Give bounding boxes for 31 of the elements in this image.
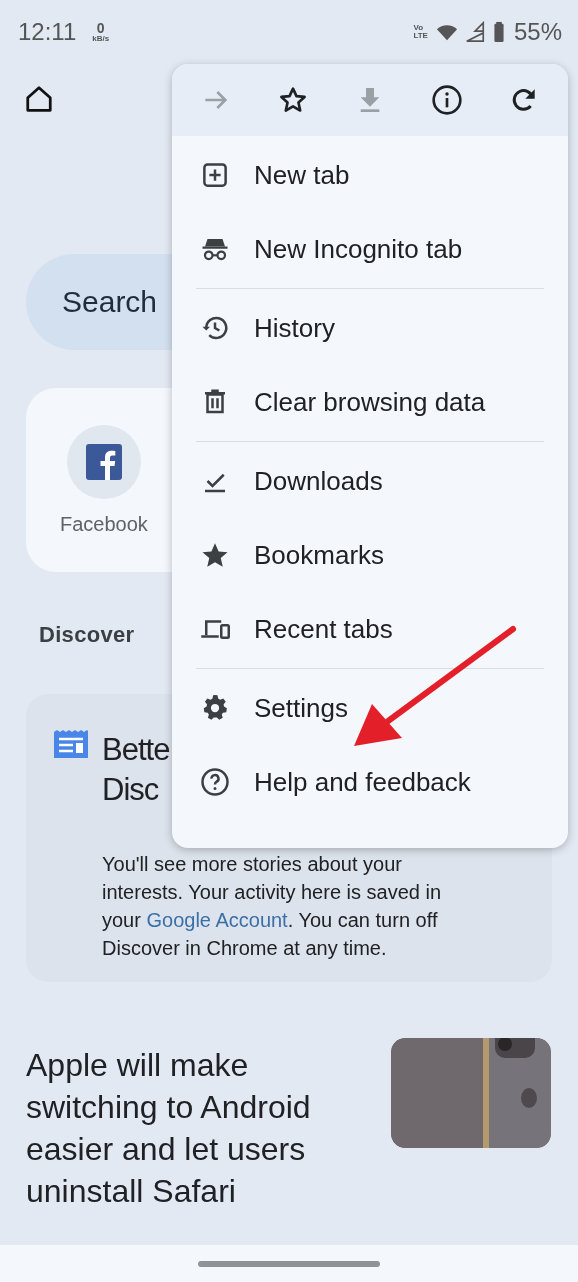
card-description: You'll see more stories about your interests. Your activity here is saved in your Google Account. You can turn off Discover in Chrome at any time. xyxy=(102,852,443,961)
speed-unit: kB/s xyxy=(92,35,110,43)
signal-icon xyxy=(463,21,486,43)
plus-square-icon xyxy=(200,160,230,190)
menu-item[interactable]: New tab xyxy=(172,138,544,212)
menu-item[interactable]: Settings xyxy=(172,671,544,745)
menu-item[interactable]: Clear browsing data xyxy=(172,365,544,439)
battery-level: 55% xyxy=(513,18,562,46)
menu-item[interactable]: History xyxy=(172,291,544,365)
info-icon[interactable] xyxy=(430,84,463,116)
card-title: Disc xyxy=(102,771,159,809)
article-title[interactable]: Apple will make switching to Android easier and let users uninstall Safari xyxy=(26,1044,371,1212)
volte-label: Vo xyxy=(413,24,425,32)
menu-item[interactable]: New Incognito tab xyxy=(172,212,544,286)
google-account-link[interactable]: Google Account xyxy=(146,909,288,931)
battery-icon xyxy=(491,21,506,43)
newspaper-icon xyxy=(54,730,88,758)
lte-label: LTE xyxy=(413,32,428,40)
discover-label: Discover xyxy=(39,622,135,648)
home-icon[interactable] xyxy=(24,84,54,114)
gesture-handle[interactable] xyxy=(198,1260,380,1267)
clock: 12:11 xyxy=(18,18,77,46)
menu-item[interactable]: Downloads xyxy=(172,444,544,518)
menu-item[interactable]: Recent tabs xyxy=(172,592,544,666)
shortcut-label: Facebook xyxy=(60,513,148,536)
facebook-logo xyxy=(85,444,122,480)
menu-item[interactable]: Bookmarks xyxy=(172,518,544,592)
card-title: Bette xyxy=(102,731,170,769)
help-icon xyxy=(200,767,230,797)
menu-item[interactable]: Help and feedback xyxy=(172,745,544,819)
network-speed: 0 xyxy=(96,21,105,35)
